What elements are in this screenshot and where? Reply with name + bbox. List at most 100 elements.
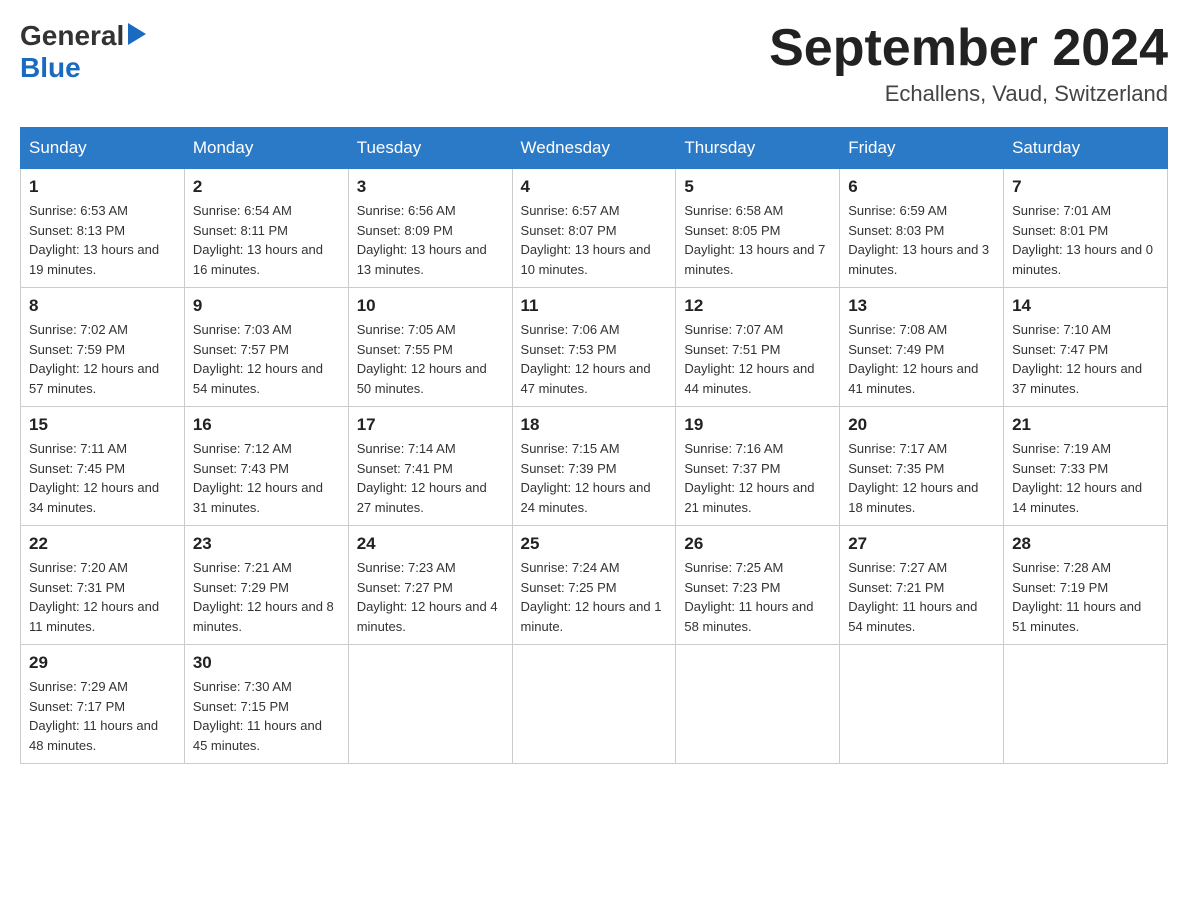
calendar-cell: 15 Sunrise: 7:11 AM Sunset: 7:45 PM Dayl…: [21, 407, 185, 526]
day-number: 20: [848, 415, 995, 435]
calendar-cell: 28 Sunrise: 7:28 AM Sunset: 7:19 PM Dayl…: [1004, 526, 1168, 645]
day-number: 7: [1012, 177, 1159, 197]
day-number: 13: [848, 296, 995, 316]
day-info: Sunrise: 6:53 AM Sunset: 8:13 PM Dayligh…: [29, 201, 176, 279]
day-number: 25: [521, 534, 668, 554]
day-info: Sunrise: 7:12 AM Sunset: 7:43 PM Dayligh…: [193, 439, 340, 517]
logo-general-text: General: [20, 20, 124, 52]
header-monday: Monday: [184, 128, 348, 169]
logo-triangle-icon: [128, 23, 146, 50]
day-info: Sunrise: 7:30 AM Sunset: 7:15 PM Dayligh…: [193, 677, 340, 755]
calendar-cell: 27 Sunrise: 7:27 AM Sunset: 7:21 PM Dayl…: [840, 526, 1004, 645]
day-info: Sunrise: 6:57 AM Sunset: 8:07 PM Dayligh…: [521, 201, 668, 279]
calendar-cell: 24 Sunrise: 7:23 AM Sunset: 7:27 PM Dayl…: [348, 526, 512, 645]
header-wednesday: Wednesday: [512, 128, 676, 169]
calendar-cell: 4 Sunrise: 6:57 AM Sunset: 8:07 PM Dayli…: [512, 169, 676, 288]
header-tuesday: Tuesday: [348, 128, 512, 169]
calendar-cell: 17 Sunrise: 7:14 AM Sunset: 7:41 PM Dayl…: [348, 407, 512, 526]
calendar-cell: 3 Sunrise: 6:56 AM Sunset: 8:09 PM Dayli…: [348, 169, 512, 288]
day-info: Sunrise: 7:17 AM Sunset: 7:35 PM Dayligh…: [848, 439, 995, 517]
week-row-4: 22 Sunrise: 7:20 AM Sunset: 7:31 PM Dayl…: [21, 526, 1168, 645]
logo-blue-line: Blue: [20, 52, 81, 84]
calendar-cell: 6 Sunrise: 6:59 AM Sunset: 8:03 PM Dayli…: [840, 169, 1004, 288]
day-info: Sunrise: 7:21 AM Sunset: 7:29 PM Dayligh…: [193, 558, 340, 636]
calendar-cell: 1 Sunrise: 6:53 AM Sunset: 8:13 PM Dayli…: [21, 169, 185, 288]
day-info: Sunrise: 7:06 AM Sunset: 7:53 PM Dayligh…: [521, 320, 668, 398]
title-section: September 2024 Echallens, Vaud, Switzerl…: [769, 20, 1168, 107]
day-number: 17: [357, 415, 504, 435]
day-info: Sunrise: 7:23 AM Sunset: 7:27 PM Dayligh…: [357, 558, 504, 636]
calendar-cell: 29 Sunrise: 7:29 AM Sunset: 7:17 PM Dayl…: [21, 645, 185, 764]
calendar-cell: [512, 645, 676, 764]
day-number: 6: [848, 177, 995, 197]
day-info: Sunrise: 7:14 AM Sunset: 7:41 PM Dayligh…: [357, 439, 504, 517]
day-number: 22: [29, 534, 176, 554]
day-info: Sunrise: 6:54 AM Sunset: 8:11 PM Dayligh…: [193, 201, 340, 279]
day-info: Sunrise: 7:25 AM Sunset: 7:23 PM Dayligh…: [684, 558, 831, 636]
week-row-2: 8 Sunrise: 7:02 AM Sunset: 7:59 PM Dayli…: [21, 288, 1168, 407]
header-saturday: Saturday: [1004, 128, 1168, 169]
day-info: Sunrise: 7:20 AM Sunset: 7:31 PM Dayligh…: [29, 558, 176, 636]
day-info: Sunrise: 6:59 AM Sunset: 8:03 PM Dayligh…: [848, 201, 995, 279]
calendar-cell: 12 Sunrise: 7:07 AM Sunset: 7:51 PM Dayl…: [676, 288, 840, 407]
day-number: 9: [193, 296, 340, 316]
day-number: 4: [521, 177, 668, 197]
calendar-cell: [840, 645, 1004, 764]
logo-general-line: General: [20, 20, 146, 52]
day-info: Sunrise: 7:10 AM Sunset: 7:47 PM Dayligh…: [1012, 320, 1159, 398]
week-row-1: 1 Sunrise: 6:53 AM Sunset: 8:13 PM Dayli…: [21, 169, 1168, 288]
calendar-cell: 16 Sunrise: 7:12 AM Sunset: 7:43 PM Dayl…: [184, 407, 348, 526]
calendar-cell: 18 Sunrise: 7:15 AM Sunset: 7:39 PM Dayl…: [512, 407, 676, 526]
day-info: Sunrise: 7:01 AM Sunset: 8:01 PM Dayligh…: [1012, 201, 1159, 279]
calendar-cell: [676, 645, 840, 764]
header-thursday: Thursday: [676, 128, 840, 169]
day-info: Sunrise: 7:28 AM Sunset: 7:19 PM Dayligh…: [1012, 558, 1159, 636]
day-info: Sunrise: 7:11 AM Sunset: 7:45 PM Dayligh…: [29, 439, 176, 517]
day-info: Sunrise: 7:19 AM Sunset: 7:33 PM Dayligh…: [1012, 439, 1159, 517]
month-title: September 2024: [769, 20, 1168, 77]
calendar-cell: 8 Sunrise: 7:02 AM Sunset: 7:59 PM Dayli…: [21, 288, 185, 407]
day-number: 15: [29, 415, 176, 435]
day-info: Sunrise: 7:02 AM Sunset: 7:59 PM Dayligh…: [29, 320, 176, 398]
logo: General Blue: [20, 20, 146, 84]
calendar-cell: 26 Sunrise: 7:25 AM Sunset: 7:23 PM Dayl…: [676, 526, 840, 645]
calendar-cell: 25 Sunrise: 7:24 AM Sunset: 7:25 PM Dayl…: [512, 526, 676, 645]
day-info: Sunrise: 7:24 AM Sunset: 7:25 PM Dayligh…: [521, 558, 668, 636]
calendar-cell: 19 Sunrise: 7:16 AM Sunset: 7:37 PM Dayl…: [676, 407, 840, 526]
day-number: 18: [521, 415, 668, 435]
day-number: 2: [193, 177, 340, 197]
day-info: Sunrise: 7:27 AM Sunset: 7:21 PM Dayligh…: [848, 558, 995, 636]
day-info: Sunrise: 7:29 AM Sunset: 7:17 PM Dayligh…: [29, 677, 176, 755]
calendar-cell: 22 Sunrise: 7:20 AM Sunset: 7:31 PM Dayl…: [21, 526, 185, 645]
calendar-cell: 5 Sunrise: 6:58 AM Sunset: 8:05 PM Dayli…: [676, 169, 840, 288]
day-info: Sunrise: 7:03 AM Sunset: 7:57 PM Dayligh…: [193, 320, 340, 398]
day-number: 24: [357, 534, 504, 554]
calendar-cell: 7 Sunrise: 7:01 AM Sunset: 8:01 PM Dayli…: [1004, 169, 1168, 288]
logo-blue-text: Blue: [20, 52, 81, 83]
day-number: 21: [1012, 415, 1159, 435]
day-info: Sunrise: 7:05 AM Sunset: 7:55 PM Dayligh…: [357, 320, 504, 398]
calendar-cell: 20 Sunrise: 7:17 AM Sunset: 7:35 PM Dayl…: [840, 407, 1004, 526]
calendar-table: Sunday Monday Tuesday Wednesday Thursday…: [20, 127, 1168, 764]
header-friday: Friday: [840, 128, 1004, 169]
day-number: 27: [848, 534, 995, 554]
calendar-cell: 14 Sunrise: 7:10 AM Sunset: 7:47 PM Dayl…: [1004, 288, 1168, 407]
day-number: 5: [684, 177, 831, 197]
day-number: 16: [193, 415, 340, 435]
weekday-header-row: Sunday Monday Tuesday Wednesday Thursday…: [21, 128, 1168, 169]
calendar-cell: 10 Sunrise: 7:05 AM Sunset: 7:55 PM Dayl…: [348, 288, 512, 407]
day-info: Sunrise: 7:16 AM Sunset: 7:37 PM Dayligh…: [684, 439, 831, 517]
day-number: 14: [1012, 296, 1159, 316]
day-number: 10: [357, 296, 504, 316]
day-info: Sunrise: 7:07 AM Sunset: 7:51 PM Dayligh…: [684, 320, 831, 398]
day-number: 12: [684, 296, 831, 316]
day-number: 19: [684, 415, 831, 435]
week-row-5: 29 Sunrise: 7:29 AM Sunset: 7:17 PM Dayl…: [21, 645, 1168, 764]
day-info: Sunrise: 6:58 AM Sunset: 8:05 PM Dayligh…: [684, 201, 831, 279]
calendar-cell: 21 Sunrise: 7:19 AM Sunset: 7:33 PM Dayl…: [1004, 407, 1168, 526]
calendar-cell: [348, 645, 512, 764]
location-title: Echallens, Vaud, Switzerland: [769, 81, 1168, 107]
day-info: Sunrise: 7:08 AM Sunset: 7:49 PM Dayligh…: [848, 320, 995, 398]
calendar-cell: 13 Sunrise: 7:08 AM Sunset: 7:49 PM Dayl…: [840, 288, 1004, 407]
calendar-cell: 2 Sunrise: 6:54 AM Sunset: 8:11 PM Dayli…: [184, 169, 348, 288]
